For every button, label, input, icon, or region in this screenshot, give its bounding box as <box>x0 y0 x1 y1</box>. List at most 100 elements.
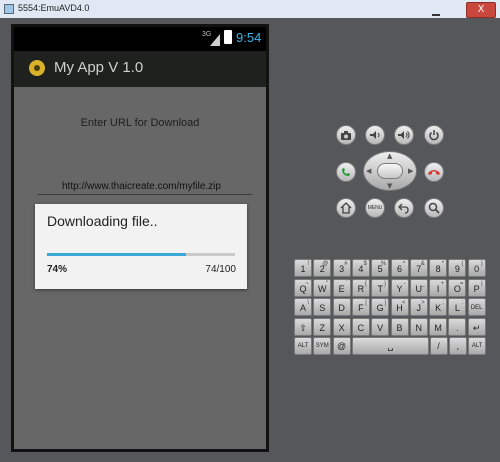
key-label: B <box>396 322 403 333</box>
signal-icon <box>210 31 220 46</box>
dpad-down-icon[interactable]: ▼ <box>387 182 392 190</box>
key-1-3[interactable]: {R <box>351 278 370 297</box>
key-0-5[interactable]: ^ 6 <box>390 259 409 277</box>
key-1-0[interactable]: ~ Q <box>294 278 312 297</box>
app-title: My App V 1.0 <box>54 59 144 76</box>
end-call-icon <box>428 170 440 175</box>
key-3-2[interactable]: X <box>332 317 351 336</box>
key-comma[interactable]: , <box>448 337 467 355</box>
power-button[interactable] <box>424 125 444 145</box>
key-1-8[interactable]: = O <box>448 278 467 297</box>
key-alt-label: : <box>461 300 464 306</box>
key-label: X <box>338 322 345 333</box>
key-1-7[interactable]: + I <box>429 278 448 297</box>
key-0-7[interactable]: * 8 <box>429 259 448 277</box>
dpad-right-icon[interactable]: ▶ <box>408 167 413 175</box>
dpad-center-button[interactable] <box>377 163 403 179</box>
key-alt-label: " <box>326 280 329 287</box>
minimize-button[interactable] <box>428 3 444 16</box>
key-slash[interactable]: / <box>429 337 448 355</box>
status-time: 9:54 <box>236 30 262 45</box>
key-alt-label: - <box>403 280 406 287</box>
key-alt-label: | <box>481 280 483 287</box>
key-0-0[interactable]: ! 1 <box>294 259 312 277</box>
minimize-icon <box>432 14 440 16</box>
key-3-4[interactable]: V <box>371 317 390 336</box>
key-3-0[interactable]: ⇧ <box>294 317 312 336</box>
home-button[interactable] <box>336 198 356 218</box>
back-icon <box>398 203 409 214</box>
key-2-9[interactable]: DEL <box>467 298 486 316</box>
key-3-8[interactable]: . <box>448 317 467 336</box>
power-icon <box>429 130 439 141</box>
key-1-2[interactable]: ` E <box>332 278 351 297</box>
key-alt-label: ~ <box>305 280 309 287</box>
key-2-6[interactable]: > J <box>409 298 428 316</box>
key-3-6[interactable]: N <box>409 317 428 336</box>
key-0-3[interactable]: $4 <box>351 259 370 277</box>
key-alt-label: % <box>380 261 387 267</box>
key-alt-label: & <box>420 261 425 267</box>
volume-down-button[interactable] <box>365 125 385 145</box>
key-1-4[interactable]: } T <box>371 278 390 297</box>
key-alt-label: # <box>344 261 348 267</box>
key-1-1[interactable]: " W <box>313 278 332 297</box>
back-button[interactable] <box>394 198 414 218</box>
key-2-3[interactable]: [F <box>351 298 370 316</box>
url-input[interactable]: http://www.thaicreate.com/myfile.zip <box>62 181 221 192</box>
key-1-9[interactable]: | P <box>467 278 486 297</box>
key-3-5[interactable]: B <box>390 317 409 336</box>
call-button[interactable] <box>336 162 356 182</box>
key-2-8[interactable]: :L <box>448 298 467 316</box>
key-alt-label: @ <box>322 261 329 267</box>
key-label: C <box>357 322 365 333</box>
call-icon <box>342 168 350 176</box>
key-label: ↵ <box>472 322 481 333</box>
key-alt-label: = <box>459 280 464 287</box>
key-0-4[interactable]: % 5 <box>371 259 390 277</box>
volume-up-button[interactable] <box>394 125 414 145</box>
progress-bar-fill <box>47 253 187 256</box>
key-alt-left[interactable]: ALT <box>294 337 312 355</box>
end-call-button[interactable] <box>424 162 444 182</box>
key-2-2[interactable]: D <box>332 298 351 316</box>
key-2-4[interactable]: ] G <box>371 298 390 316</box>
key-0-6[interactable]: & 7 <box>409 259 428 277</box>
key-sym[interactable]: SYM <box>313 337 332 355</box>
camera-button[interactable] <box>336 125 356 145</box>
key-2-1[interactable]: S <box>313 298 332 316</box>
key-0-2[interactable]: #3 <box>332 259 351 277</box>
key-1-5[interactable]: -Y <box>390 278 409 297</box>
key-1-6[interactable]: _ U <box>409 278 428 297</box>
key-3-1[interactable]: Z <box>313 317 332 336</box>
key-alt-right[interactable]: ALT <box>468 337 487 355</box>
key-label: M <box>434 322 442 333</box>
menu-button[interactable]: MENU <box>365 198 385 218</box>
key-space[interactable]: ␣ <box>352 337 429 355</box>
search-icon <box>428 202 440 214</box>
key-2-7[interactable]: ; K <box>429 298 448 316</box>
key-alt-label: { <box>364 280 367 287</box>
key-3-7[interactable]: M <box>429 317 448 336</box>
key-2-0[interactable]: \ A <box>294 298 312 316</box>
key-2-5[interactable]: < H <box>390 298 409 316</box>
close-button[interactable]: X <box>466 2 496 18</box>
key-label: N <box>415 322 423 333</box>
camera-icon <box>341 131 351 140</box>
key-3-3[interactable]: C <box>351 317 370 336</box>
key-0-1[interactable]: @2 <box>313 259 332 277</box>
app-window-icon <box>4 4 14 14</box>
key-alt-label: > <box>421 300 425 306</box>
key-label: DEL <box>470 305 483 311</box>
key-3-9[interactable]: ↵ <box>467 317 486 336</box>
search-button[interactable] <box>424 198 444 218</box>
key-0-9[interactable]: ) 0 <box>467 259 486 277</box>
key-0-8[interactable]: (9 <box>448 259 467 277</box>
dpad-up-icon[interactable]: ▲ <box>387 152 392 160</box>
key-alt-label: + <box>440 280 445 287</box>
key-alt-label: } <box>384 280 387 287</box>
key-alt-label: < <box>401 300 406 306</box>
key-at[interactable]: @ <box>332 337 351 355</box>
dpad-left-icon[interactable]: ◀ <box>366 167 371 175</box>
key-alt-label: ; <box>442 300 445 306</box>
